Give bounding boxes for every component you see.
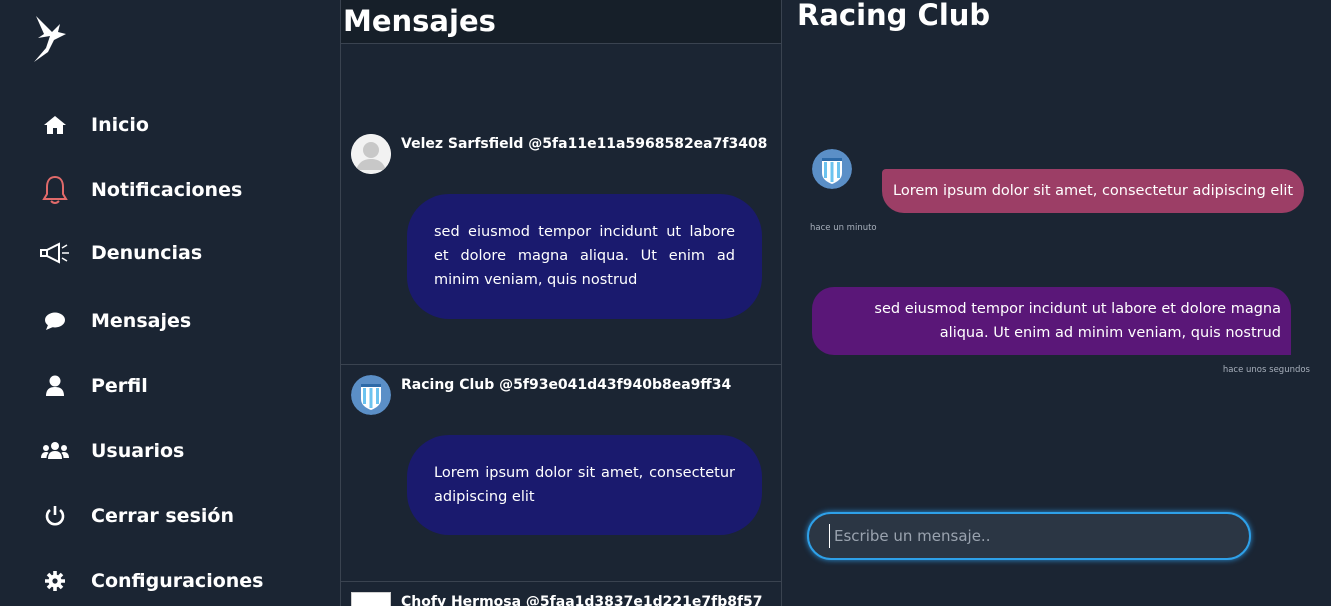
sidebar-item-mensajes[interactable]: Mensajes <box>38 301 328 341</box>
sidebar-item-label: Denuncias <box>91 242 203 264</box>
conversation-message: sed eiusmod tempor incidunt ut labore et… <box>407 194 762 319</box>
broken-avatar-image <box>351 592 391 606</box>
power-icon <box>38 501 72 531</box>
incoming-message: Lorem ipsum dolor sit amet, consectetur … <box>882 169 1305 213</box>
chat-bubble-icon <box>38 306 72 336</box>
racing-club-crest-icon <box>351 375 391 415</box>
sidebar-item-notificaciones[interactable]: Notificaciones <box>38 170 328 210</box>
message-input-container <box>807 512 1251 560</box>
sidebar-item-label: Cerrar sesión <box>91 505 234 527</box>
megaphone-icon <box>38 238 72 268</box>
sidebar-item-inicio[interactable]: Inicio <box>38 105 328 145</box>
divider <box>341 581 781 582</box>
messages-list-panel: Mensajes Velez Sarfsfield @5fa11e11a5968… <box>340 0 782 606</box>
incoming-message-time: hace un minuto <box>810 223 877 233</box>
outgoing-message: sed eiusmod tempor incidunt ut labore et… <box>812 287 1291 355</box>
users-icon <box>38 436 72 466</box>
divider <box>341 364 781 365</box>
sidebar-item-label: Configuraciones <box>91 570 264 592</box>
sidebar-item-denuncias[interactable]: Denuncias <box>38 233 328 273</box>
home-icon <box>38 110 72 140</box>
user-icon <box>38 371 72 401</box>
default-avatar-icon <box>351 134 391 174</box>
racing-club-crest-icon <box>812 149 852 189</box>
sidebar-item-usuarios[interactable]: Usuarios <box>38 431 328 471</box>
outgoing-message-time: hace unos segundos <box>1222 365 1310 375</box>
bird-logo-icon[interactable] <box>30 14 70 64</box>
conversation-name: Chofy Hermosa @5faa1d3837e1d221e7fb8f57 <box>401 594 763 606</box>
sidebar-item-label: Perfil <box>91 375 148 397</box>
sidebar-item-cerrar-sesion[interactable]: Cerrar sesión <box>38 496 328 536</box>
sidebar-item-label: Notificaciones <box>91 179 243 201</box>
bell-icon <box>38 175 72 205</box>
conversation-name: Racing Club @5f93e041d43f940b8ea9ff34 <box>401 377 732 393</box>
page-title: Mensajes <box>343 4 496 38</box>
message-input[interactable] <box>829 524 1229 548</box>
conversation-message: Lorem ipsum dolor sit amet, consectetur … <box>407 435 762 535</box>
sidebar-item-perfil[interactable]: Perfil <box>38 366 328 406</box>
sidebar-item-label: Inicio <box>91 114 149 136</box>
conversation-name: Velez Sarfsfield @5fa11e11a5968582ea7f34… <box>401 136 768 152</box>
sidebar-item-label: Usuarios <box>91 440 185 462</box>
gear-icon <box>38 566 72 596</box>
sidebar-item-configuraciones[interactable]: Configuraciones <box>38 561 328 601</box>
sidebar: Inicio Notificaciones Denuncias Mensajes… <box>0 0 340 606</box>
chat-panel: Racing Club Lorem ipsum dolor sit amet, … <box>782 0 1331 606</box>
sidebar-item-label: Mensajes <box>91 310 192 332</box>
chat-title: Racing Club <box>797 0 991 32</box>
